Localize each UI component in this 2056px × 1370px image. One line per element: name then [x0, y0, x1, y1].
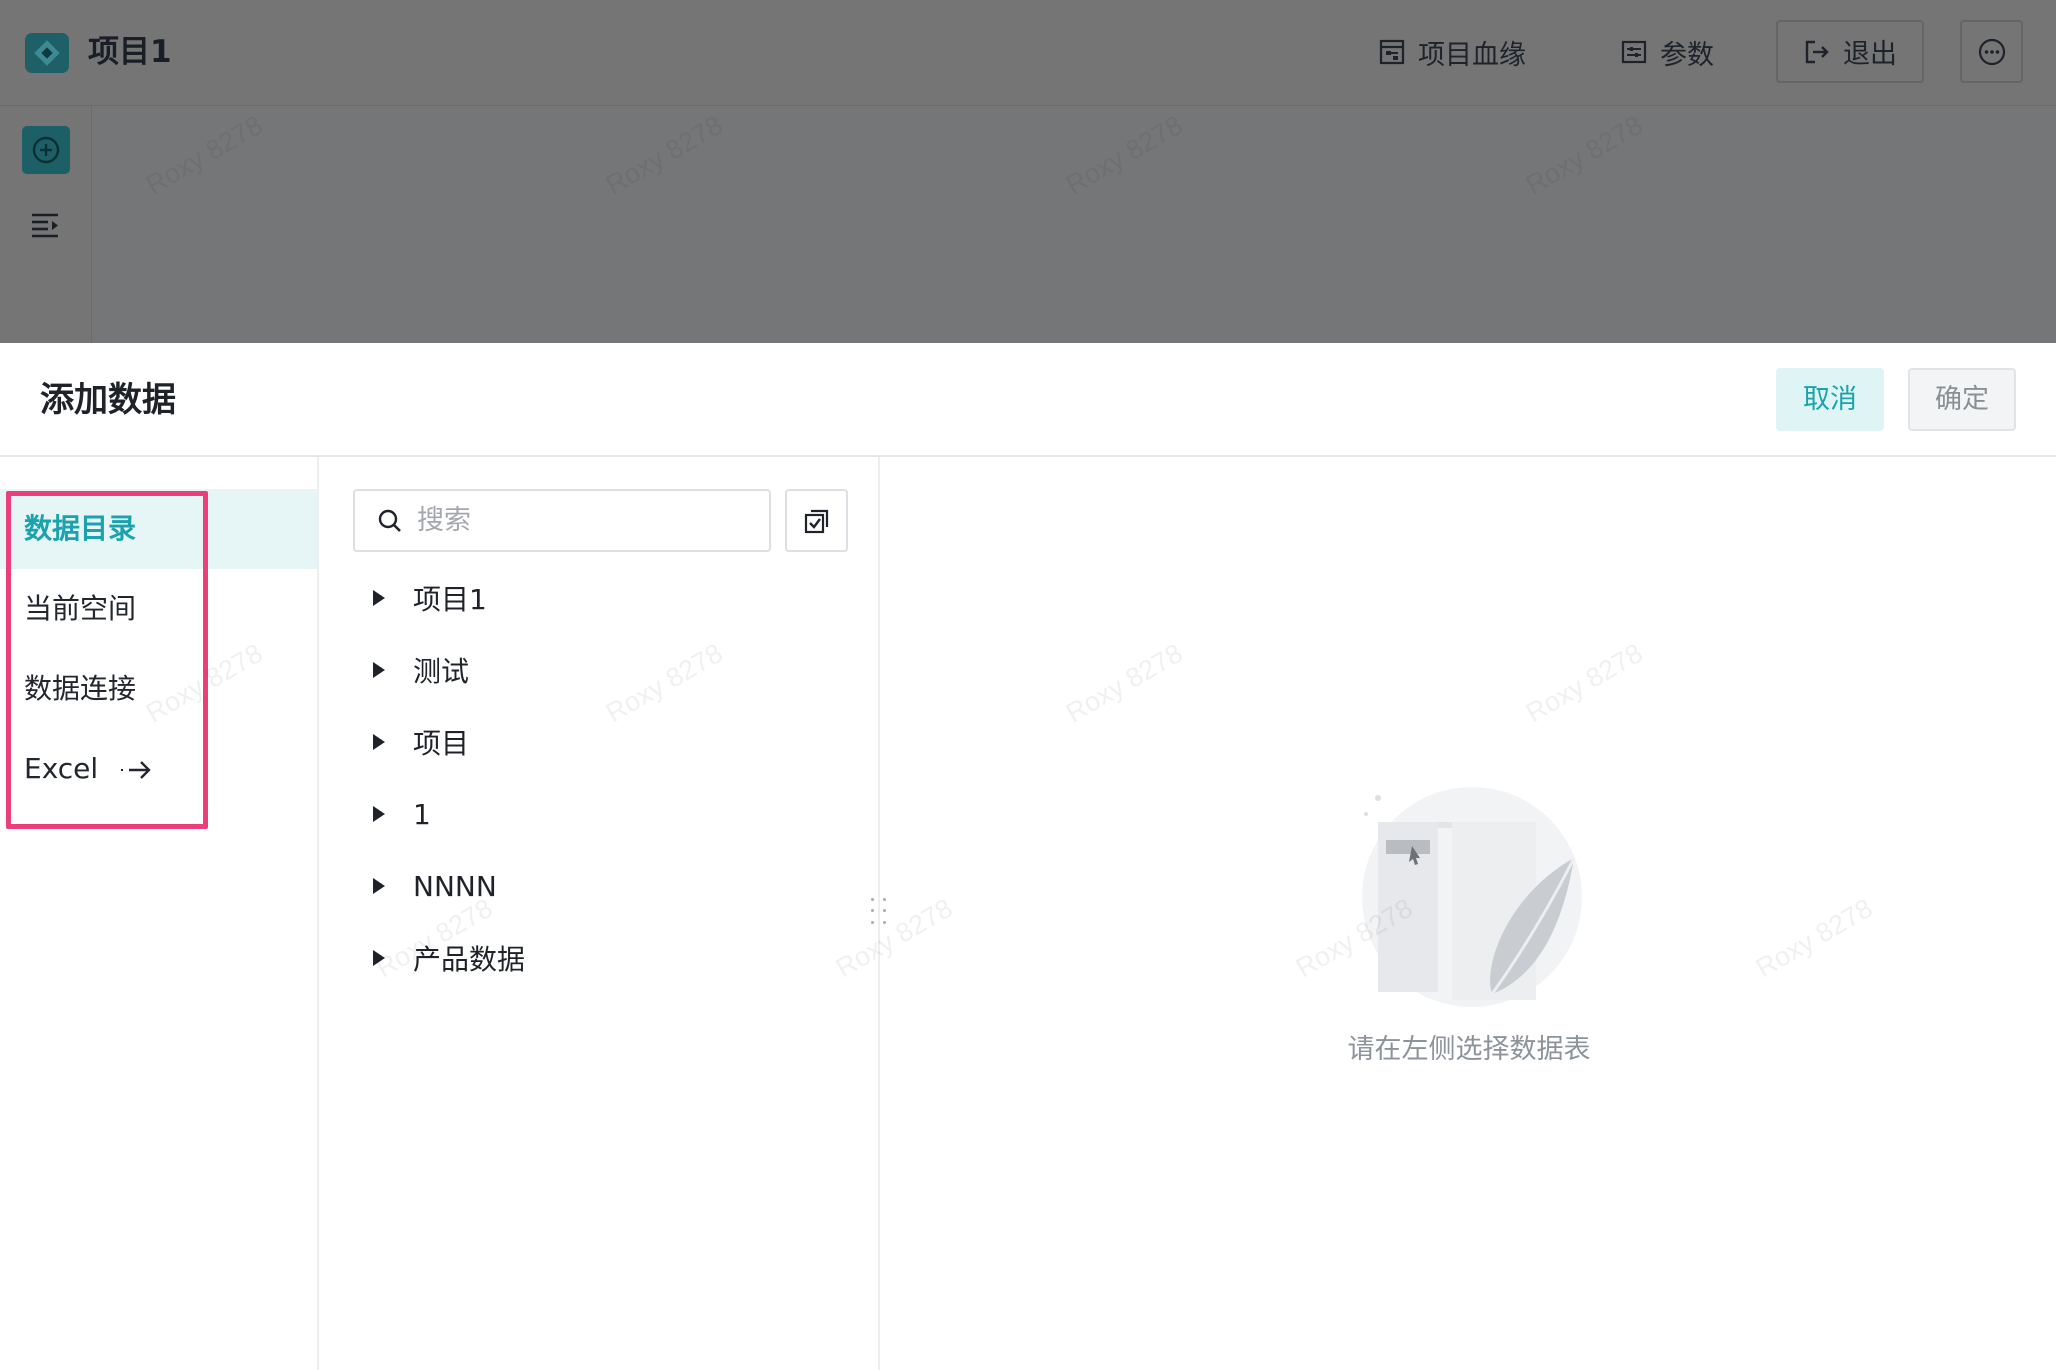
nav-item-label: 数据连接	[24, 672, 137, 705]
nav-item-label: 当前空间	[24, 592, 137, 625]
batch-select-icon	[804, 509, 828, 533]
caret-right-icon[interactable]	[373, 662, 385, 678]
add-button[interactable]	[22, 126, 70, 174]
watermark: Roxy 8278	[1520, 109, 1648, 201]
tree-node-label: 1	[413, 797, 431, 831]
batch-select-button[interactable]	[785, 489, 848, 552]
nav-item-data-catalog[interactable]: 数据目录	[0, 489, 317, 569]
confirm-button[interactable]: 确定	[1908, 368, 2016, 431]
empty-state-text: 请在左侧选择数据表	[1347, 1034, 1591, 1065]
empty-state-illustration	[1362, 787, 1582, 1007]
search-box[interactable]	[353, 489, 771, 552]
nav-item-current-space[interactable]: 当前空间	[0, 569, 317, 649]
tree-node[interactable]: 1	[321, 778, 878, 850]
tree-node[interactable]: 项目1	[321, 562, 878, 634]
exit-button[interactable]: 退出	[1776, 20, 1924, 83]
nav-item-label: Excel	[24, 752, 99, 785]
add-circle-icon	[32, 136, 60, 164]
tree-node[interactable]: 产品数据	[321, 922, 878, 994]
watermark: Roxy 8278	[1060, 109, 1188, 201]
app-logo-icon	[25, 33, 69, 73]
tree-node-label: 产品数据	[413, 943, 526, 976]
tree-node-label: NNNN	[413, 869, 497, 903]
search-icon	[378, 509, 401, 532]
list-toggle-button[interactable]	[28, 210, 64, 244]
search-input[interactable]	[417, 505, 757, 536]
tree-node[interactable]: 项目	[321, 706, 878, 778]
arrow-right-icon	[121, 761, 151, 779]
params-label: 参数	[1660, 39, 1714, 71]
params-button[interactable]: 参数	[1620, 28, 1714, 76]
source-nav: 数据目录 当前空间 数据连接 Excel	[0, 457, 319, 1370]
cancel-button[interactable]: 取消	[1776, 368, 1884, 431]
more-icon	[1978, 38, 2005, 65]
params-icon	[1621, 40, 1647, 64]
catalog-tree-panel: 项目1 测试 项目 1 NNNN 产品数据	[321, 457, 880, 1370]
caret-right-icon[interactable]	[373, 590, 385, 606]
tree-node[interactable]: 测试	[321, 634, 878, 706]
more-button[interactable]	[1960, 20, 2023, 83]
app-title: 项目1	[88, 34, 172, 70]
nav-item-label: 数据目录	[24, 512, 137, 545]
lineage-icon	[1379, 39, 1405, 65]
add-data-dialog: 添加数据 取消 确定 数据目录 当前空间 数据连接 Excel 搜索 项目1 测…	[0, 343, 2056, 1370]
tree-node[interactable]: NNNN	[321, 850, 878, 922]
app-header: 项目1 项目血缘 参数 退出	[0, 0, 2056, 106]
exit-icon	[1805, 40, 1829, 63]
list-indent-icon	[32, 213, 58, 238]
watermark: Roxy 8278	[600, 109, 728, 201]
caret-right-icon[interactable]	[373, 950, 385, 966]
tree-node-label: 项目1	[413, 583, 487, 616]
table-preview-panel: 请在左侧选择数据表	[882, 457, 2056, 1370]
dialog-title: 添加数据	[40, 380, 176, 420]
tree-node-label: 测试	[413, 655, 470, 688]
tree-node-label: 项目	[413, 727, 470, 760]
watermark: Roxy 8278	[140, 109, 268, 201]
nav-item-data-connection[interactable]: 数据连接	[0, 649, 317, 729]
lineage-label: 项目血缘	[1418, 39, 1526, 71]
left-rail	[0, 106, 92, 343]
lineage-button[interactable]: 项目血缘	[1378, 28, 1526, 76]
nav-item-excel[interactable]: Excel	[0, 729, 317, 809]
caret-right-icon[interactable]	[373, 878, 385, 894]
caret-right-icon[interactable]	[373, 806, 385, 822]
caret-right-icon[interactable]	[373, 734, 385, 750]
catalog-tree: 项目1 测试 项目 1 NNNN 产品数据	[321, 562, 878, 994]
dialog-header: 添加数据 取消 确定	[0, 343, 2056, 457]
exit-label: 退出	[1843, 39, 1897, 70]
